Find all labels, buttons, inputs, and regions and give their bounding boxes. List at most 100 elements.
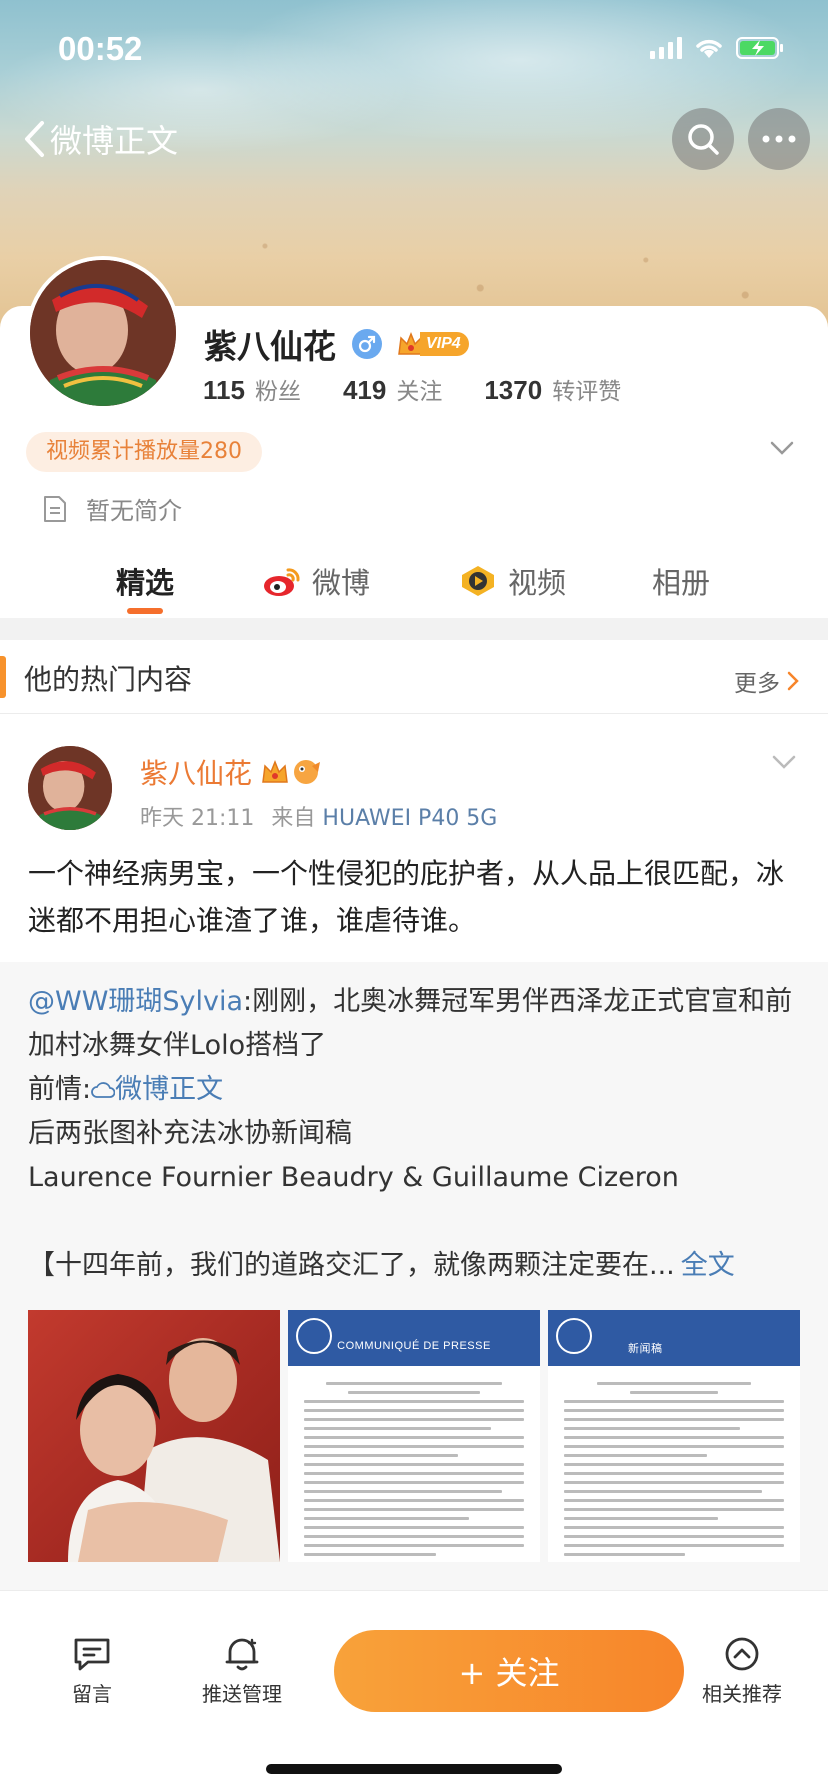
press-release-title: COMMUNIQUÉ DE PRESSE bbox=[337, 1340, 491, 1352]
tab-weibo[interactable]: 微博 bbox=[262, 560, 370, 602]
bio-text: 暂无简介 bbox=[86, 497, 182, 525]
tab-weibo-label: 微博 bbox=[312, 566, 371, 600]
male-icon bbox=[352, 329, 382, 359]
repost-line-4: Laurence Fournier Beaudry & Guillaume Ci… bbox=[28, 1162, 679, 1193]
signal-icon bbox=[650, 37, 682, 59]
bottom-action-bar: 留言 推送管理 + 关注 相关推荐 bbox=[0, 1612, 828, 1792]
stat-fans[interactable]: 115 粉丝 bbox=[203, 372, 301, 406]
repost-full-text-link[interactable]: 全文 bbox=[681, 1250, 735, 1281]
stat-following-count: 419 bbox=[342, 375, 387, 405]
repost-line-3: 后两张图补充法冰协新闻稿 bbox=[28, 1118, 352, 1149]
back-button[interactable]: 微博正文 bbox=[22, 116, 178, 162]
video-icon bbox=[462, 566, 494, 596]
post-meta: 昨天 21:11 来自 HUAWEI P40 5G bbox=[140, 800, 497, 832]
press-release-header: COMMUNIQUÉ DE PRESSE bbox=[288, 1310, 540, 1366]
profile-expand-button[interactable] bbox=[770, 440, 794, 459]
repost-prefix-2: 前情: bbox=[28, 1074, 92, 1105]
stat-following-label: 关注 bbox=[396, 379, 443, 405]
status-time: 00:52 bbox=[58, 30, 143, 67]
news-release-header: 新闻稿 bbox=[548, 1310, 800, 1366]
repost-image-2[interactable]: COMMUNIQUÉ DE PRESSE bbox=[288, 1310, 540, 1562]
profile-nickname: 紫八仙花 bbox=[204, 327, 336, 366]
weibo-icon bbox=[264, 568, 300, 596]
chevron-right-icon bbox=[787, 671, 799, 691]
repost-image-3[interactable]: 新闻稿 bbox=[548, 1310, 800, 1562]
vip-crown-icon bbox=[262, 759, 288, 783]
repost-line-2: 前情: 微博正文 bbox=[28, 1068, 804, 1112]
repost-line-5-text: 【十四年前，我们的道路交汇了，就像两颗注定要在... bbox=[28, 1250, 675, 1281]
stat-fans-label: 粉丝 bbox=[254, 379, 301, 405]
post-author-avatar[interactable] bbox=[28, 746, 112, 830]
hot-content-title: 他的热门内容 bbox=[24, 663, 193, 696]
tab-featured-label: 精选 bbox=[116, 566, 175, 600]
repost-card[interactable]: @WW珊瑚Sylvia:刚刚，北奥冰舞冠军男伴西泽龙正式官宣和前加村冰舞女伴Lo… bbox=[0, 962, 828, 1590]
related-recommend-button[interactable]: 相关推荐 bbox=[702, 1636, 782, 1707]
profile-tabs: 精选 微博 视频 相册 bbox=[0, 540, 828, 618]
tab-active-indicator bbox=[127, 608, 163, 614]
message-button[interactable]: 留言 bbox=[72, 1636, 112, 1707]
battery-charging-icon bbox=[736, 37, 783, 59]
tab-featured[interactable]: 精选 bbox=[116, 560, 174, 602]
repost-weibo-link[interactable]: 微博正文 bbox=[91, 1074, 223, 1105]
document-icon bbox=[44, 495, 66, 522]
repost-mention[interactable]: @WW珊瑚Sylvia bbox=[28, 986, 243, 1017]
post-body: 一个神经病男宝，一个性侵犯的庇护者，从人品上很匹配，冰迷都不用担心谁渣了谁，谁虐… bbox=[28, 857, 785, 937]
repost-weibo-link-label: 微博正文 bbox=[115, 1074, 224, 1105]
federation-seal-icon bbox=[556, 1318, 592, 1354]
post-source-prefix: 来自 bbox=[271, 806, 316, 831]
push-settings-button[interactable]: 推送管理 bbox=[202, 1636, 282, 1707]
avatar-portrait-icon bbox=[28, 746, 112, 830]
post-author-row: 紫八仙花 bbox=[140, 752, 322, 792]
chevron-left-icon bbox=[25, 121, 44, 157]
chat-bubble-icon bbox=[74, 1638, 110, 1671]
stat-following[interactable]: 419 关注 bbox=[343, 372, 442, 406]
post-device[interactable]: HUAWEI P40 5G bbox=[322, 806, 497, 831]
tab-album[interactable]: 相册 bbox=[652, 560, 710, 602]
stat-interactions-label: 转评赞 bbox=[552, 379, 622, 405]
post-time: 昨天 21:11 bbox=[140, 806, 255, 831]
chevron-down-icon bbox=[772, 755, 796, 769]
status-bar: 00:52 bbox=[0, 0, 828, 100]
fish-badge-icon bbox=[294, 760, 321, 784]
profile-name-row: 紫八仙花 VIP4 bbox=[204, 320, 469, 368]
chevron-down-icon bbox=[770, 441, 794, 455]
repost-image-1[interactable] bbox=[28, 1310, 280, 1562]
vip-badge[interactable]: VIP4 bbox=[396, 330, 469, 358]
tab-album-label: 相册 bbox=[652, 566, 711, 600]
wifi-icon bbox=[696, 39, 722, 58]
search-icon bbox=[688, 124, 719, 155]
message-label: 留言 bbox=[72, 1682, 112, 1706]
stat-fans-count: 115 bbox=[203, 375, 245, 405]
repost-line-1: @WW珊瑚Sylvia:刚刚，北奥冰舞冠军男伴西泽龙正式官宣和前加村冰舞女伴Lo… bbox=[28, 980, 804, 1068]
status-icons bbox=[650, 36, 784, 60]
avatar-portrait-icon bbox=[30, 260, 176, 406]
hot-more-label: 更多 bbox=[734, 671, 780, 697]
chevron-up-circle-icon bbox=[725, 1637, 759, 1671]
post-actions-peek bbox=[0, 1590, 828, 1614]
stat-interactions-count: 1370 bbox=[484, 375, 543, 405]
more-options-button[interactable] bbox=[748, 108, 810, 170]
related-recommend-label: 相关推荐 bbox=[702, 1682, 782, 1706]
profile-avatar[interactable] bbox=[26, 256, 180, 410]
hot-content-header: 他的热门内容 更多 bbox=[0, 640, 828, 714]
home-indicator bbox=[266, 1764, 562, 1774]
more-dots-icon bbox=[762, 135, 796, 143]
search-button[interactable] bbox=[672, 108, 734, 170]
post-menu-button[interactable] bbox=[772, 754, 796, 773]
bell-plus-icon bbox=[225, 1638, 259, 1671]
post-author-name[interactable]: 紫八仙花 bbox=[140, 752, 252, 792]
link-cloud-icon bbox=[91, 1082, 116, 1098]
vip-label: VIP4 bbox=[420, 332, 469, 356]
follow-button[interactable]: + 关注 bbox=[334, 1630, 684, 1712]
push-settings-label: 推送管理 bbox=[202, 1682, 282, 1706]
press-release-text-lines bbox=[304, 1382, 524, 1562]
tab-video-label: 视频 bbox=[508, 566, 567, 600]
tab-video[interactable]: 视频 bbox=[458, 560, 566, 602]
video-play-count-pill[interactable]: 视频累计播放量280 bbox=[26, 432, 262, 472]
section-divider bbox=[0, 618, 828, 640]
profile-stats: 115 粉丝 419 关注 1370 转评赞 bbox=[203, 372, 663, 406]
profile-bio: 暂无简介 bbox=[42, 491, 182, 526]
hot-more-link[interactable]: 更多 bbox=[734, 664, 800, 698]
stat-interactions[interactable]: 1370 转评赞 bbox=[484, 372, 621, 406]
news-release-text-lines bbox=[564, 1382, 784, 1562]
